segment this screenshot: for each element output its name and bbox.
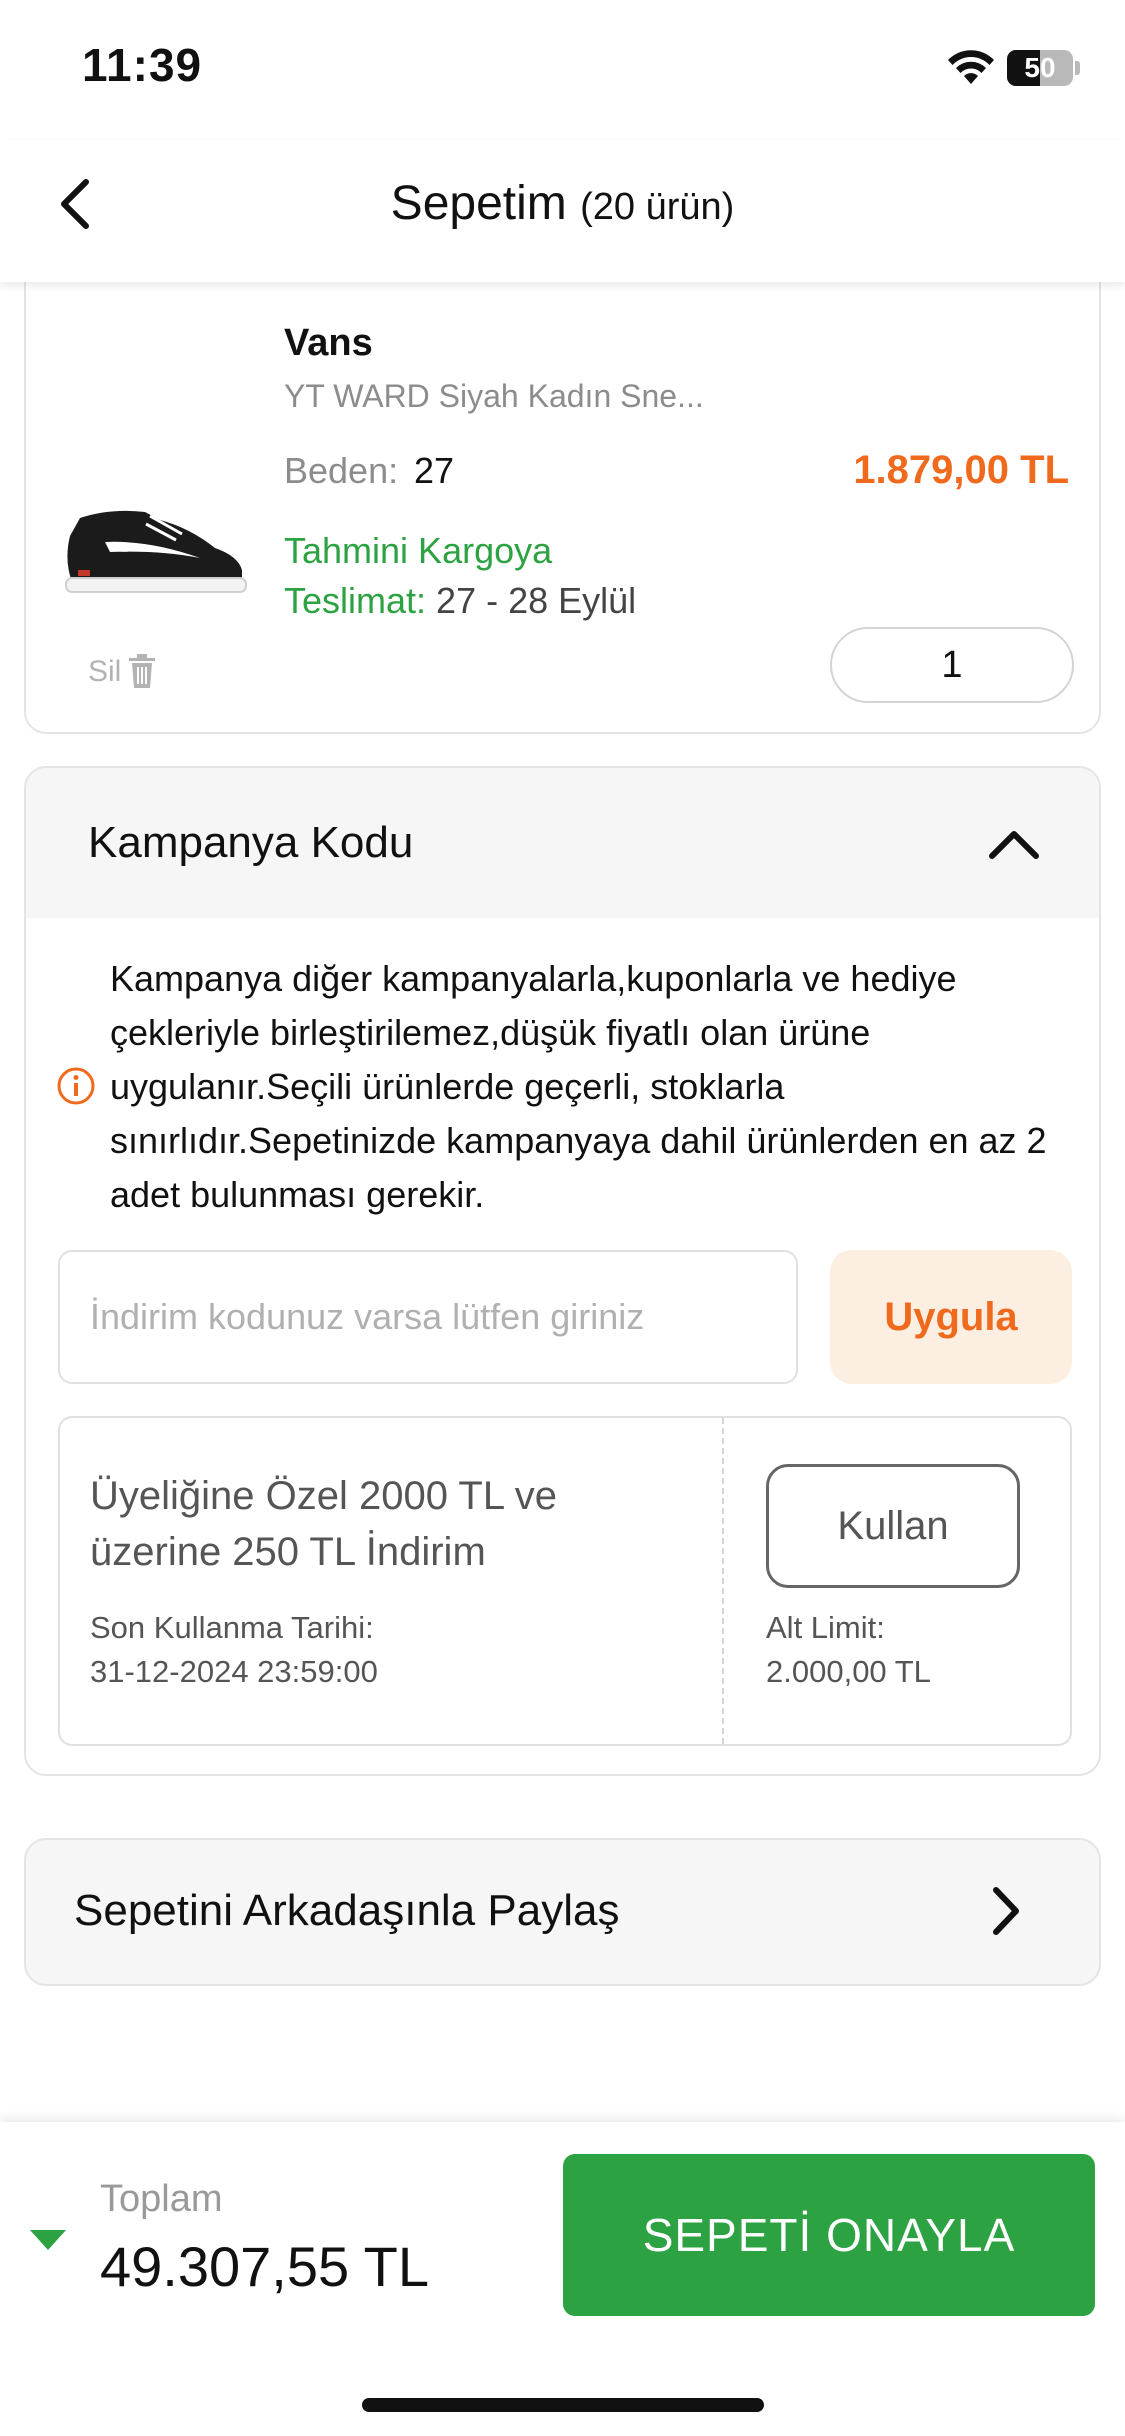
chevron-up-icon[interactable] [986,824,1042,864]
quantity-selector[interactable]: 1 [830,627,1074,703]
coupon-divider [722,1418,724,1744]
page-title: Sepetim (20 ürün) [0,176,1125,231]
chevron-right-icon [993,1887,1019,1935]
campaign-header[interactable]: Kampanya Kodu [26,768,1099,918]
cargo-delivery-dates: 27 - 28 Eylül [436,580,637,621]
caret-down-icon[interactable] [28,2228,68,2252]
delete-label: Sil [88,655,122,688]
coupon-limit-value: 2.000,00 TL [766,1654,931,1689]
product-price: 1.879,00 TL [853,448,1069,492]
cart-item-card: Vans YT WARD Siyah Kadın Sne... Beden: 2… [24,260,1101,734]
shoe-image[interactable] [50,490,250,600]
campaign-info-text: Kampanya diğer kampanyalarla,kuponlarla … [110,958,1047,1215]
promo-code-input[interactable] [58,1250,798,1384]
apply-code-button[interactable]: Uygula [830,1250,1072,1384]
cargo-estimate: Teslimat: 27 - 28 Eylül [284,580,636,622]
campaign-title: Kampanya Kodu [88,818,414,867]
total-label: Toplam [100,2178,223,2220]
cargo-estimate-title: Tahmini Kargoya [284,530,553,571]
checkout-bar: Toplam 49.307,55 TL SEPETİ ONAYLA [0,2122,1125,2436]
product-brand: Vans [284,322,373,364]
page-title-text: Sepetim [390,177,567,230]
confirm-cart-button[interactable]: SEPETİ ONAYLA [563,2154,1095,2316]
item-count: (20 ürün) [580,186,735,228]
share-cart-row[interactable]: Sepetini Arkadaşınla Paylaş [24,1838,1101,1986]
home-indicator [362,2398,764,2412]
status-bar: 11:39 50 [0,0,1125,140]
nav-bar: Sepetim (20 ürün) [0,140,1125,282]
status-time: 11:39 [82,39,203,91]
coupon-title: Üyeliğine Özel 2000 TL ve üzerine 250 TL… [90,1474,557,1574]
battery-icon: 50 [1007,50,1080,86]
campaign-code-card: Kampanya Kodu Kampanya diğer kampanyalar… [24,766,1101,1776]
coupon-card: Üyeliğine Özel 2000 TL ve üzerine 250 TL… [58,1416,1072,1746]
wifi-icon [948,50,994,84]
delete-item-button[interactable]: Sil [88,653,157,689]
product-name[interactable]: YT WARD Siyah Kadın Sne... [284,378,704,415]
size-label: Beden: [284,450,399,491]
total-value: 49.307,55 TL [100,2235,430,2298]
use-coupon-button[interactable]: Kullan [766,1464,1020,1588]
info-icon [57,1067,95,1105]
trash-icon [129,654,156,688]
size-value: 27 [414,450,455,491]
coupon-expiry-label: Son Kullanma Tarihi: [90,1610,374,1645]
coupon-expiry-value: 31-12-2024 23:59:00 [90,1654,378,1689]
cargo-delivery-label: Teslimat: [284,580,427,621]
cart-screen: 11:39 50 Sepetim (20 ürün) Vans YT WARD … [0,0,1125,2436]
battery-level: 50 [1024,52,1056,83]
coupon-limit-label: Alt Limit: [766,1610,885,1645]
share-cart-label: Sepetini Arkadaşınla Paylaş [74,1886,620,1935]
